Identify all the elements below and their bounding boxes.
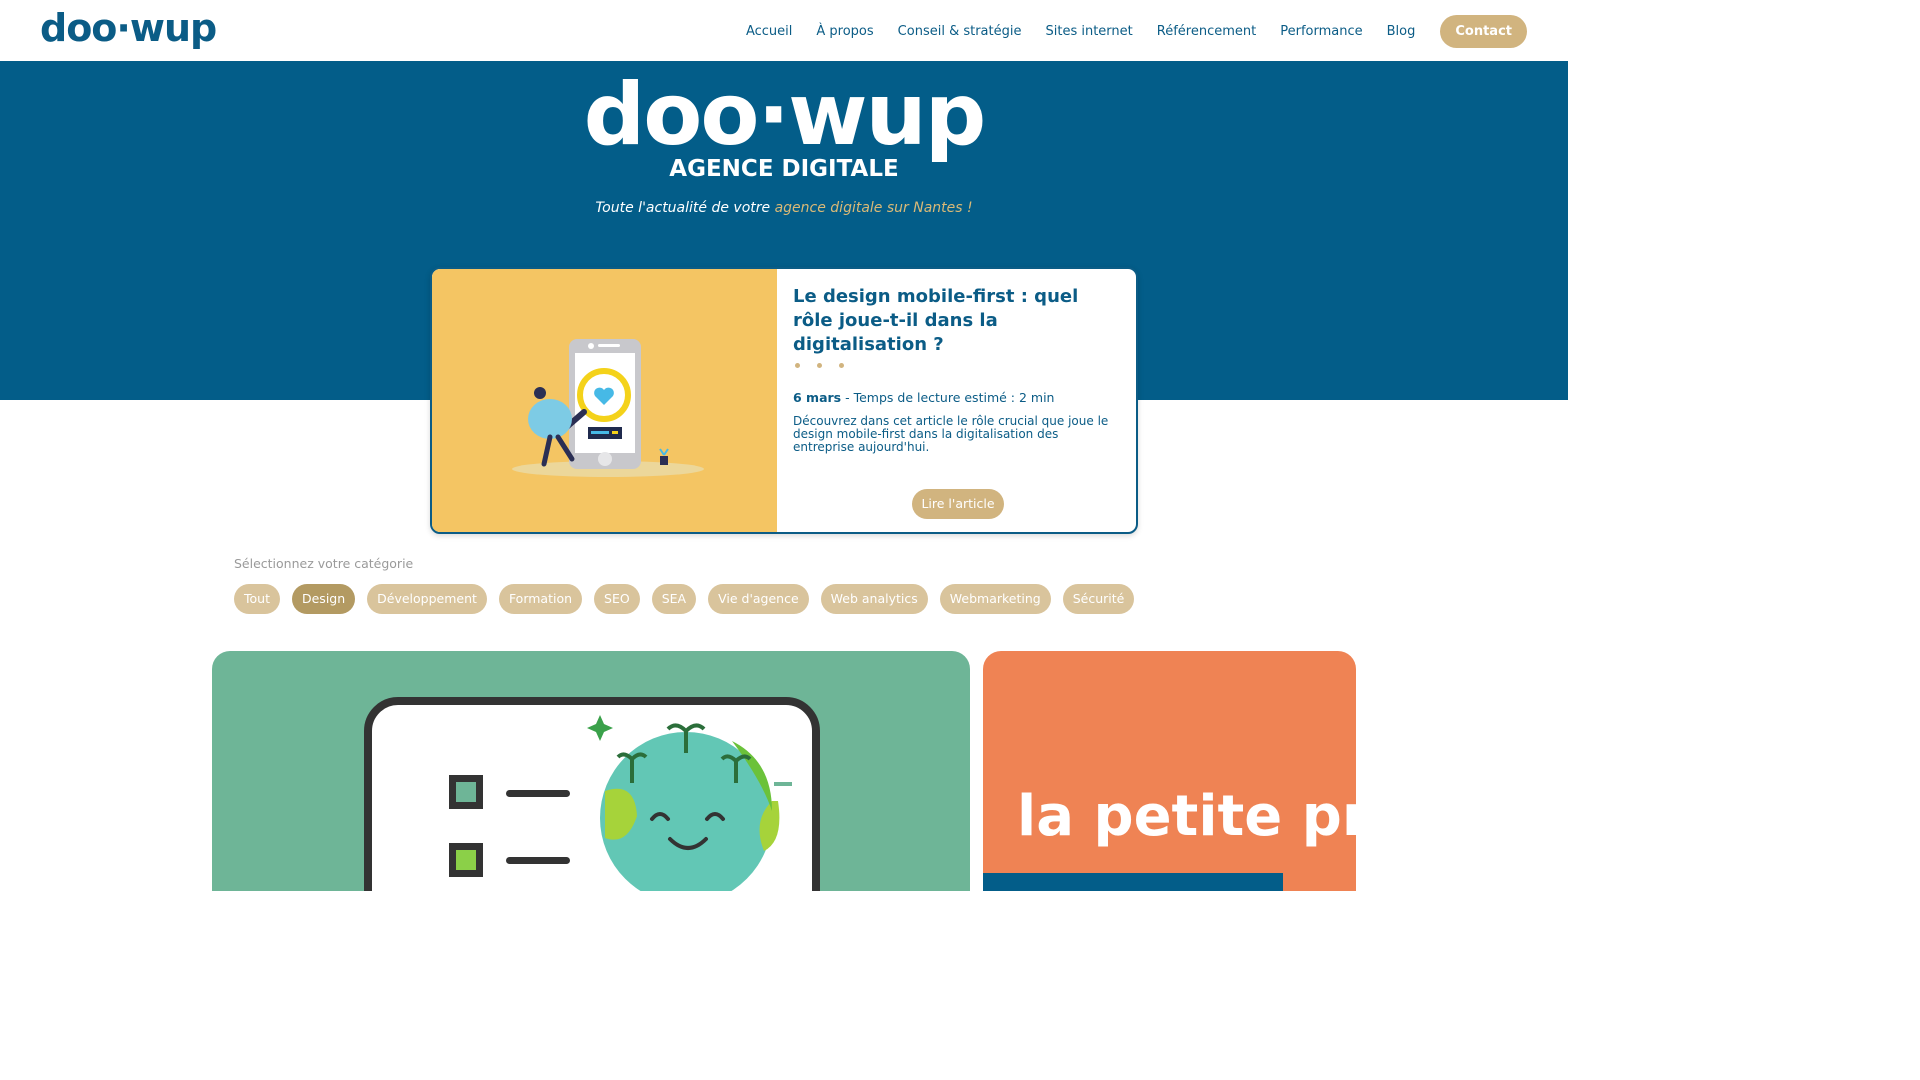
contact-button[interactable]: Contact [1440,15,1527,48]
hero-subtitle: AGENCE DIGITALE [669,156,899,182]
article-meta: 6 mars - Temps de lecture estimé : 2 min [793,390,1123,405]
nav-a-propos[interactable]: À propos [816,15,873,48]
featured-article-card: Le design mobile-first : quel rôle joue-… [430,267,1138,534]
reading-time: - Temps de lecture estimé : 2 min [841,390,1055,405]
article-card-orange[interactable]: la petite production [983,651,1356,891]
nav-sites-internet[interactable]: Sites internet [1045,15,1132,48]
hero-tagline: Toute l'actualité de votre agence digita… [0,200,1568,216]
category-vie-agence[interactable]: Vie d'agence [708,584,809,614]
header-logo[interactable]: doo·wup [40,6,217,50]
category-webmarketing[interactable]: Webmarketing [939,584,1051,614]
mobile-design-illustration [512,339,704,477]
category-label: Sélectionnez votre catégorie [234,556,414,571]
dot [817,363,822,368]
category-design[interactable]: Design [291,584,356,614]
nav-performance[interactable]: Performance [1280,15,1362,48]
article-excerpt: Découvrez dans cet article le rôle cruci… [793,414,1109,454]
nav-accueil[interactable]: Accueil [746,15,792,48]
featured-image[interactable] [432,269,777,532]
dot [839,363,844,368]
card-orange-strip [983,873,1283,891]
main-nav: Accueil À propos Conseil & stratégie Sit… [722,15,1527,48]
nav-blog[interactable]: Blog [1387,15,1416,48]
nav-referencement[interactable]: Référencement [1157,15,1256,48]
featured-body: Le design mobile-first : quel rôle joue-… [793,285,1123,454]
tagline-accent: agence digitale sur Nantes ! [774,200,973,216]
category-formation[interactable]: Formation [498,584,583,614]
card-orange-text: la petite production [1017,784,1356,849]
hero-logo: doo·wup [583,65,987,165]
featured-title[interactable]: Le design mobile-first : quel rôle joue-… [793,285,1123,357]
nav-conseil-strategie[interactable]: Conseil & stratégie [898,15,1022,48]
dot [795,363,800,368]
tagline-prefix: Toute l'actualité de votre [595,200,775,216]
category-tout[interactable]: Tout [234,584,280,614]
site-header: doo·wup Accueil À propos Conseil & strat… [0,0,1568,61]
article-card-green[interactable] [212,651,970,891]
decorative-dots [793,363,1123,368]
checklist-earth-illustration [364,697,820,891]
category-securite[interactable]: Sécurité [1062,584,1135,614]
category-seo[interactable]: SEO [594,584,640,614]
category-developpement[interactable]: Développement [367,584,487,614]
read-article-button[interactable]: Lire l'article [912,489,1004,519]
category-sea[interactable]: SEA [651,584,697,614]
category-filters: Tout Design Développement Formation SEO … [234,584,1146,614]
category-web-analytics[interactable]: Web analytics [820,584,928,614]
article-date: 6 mars [793,390,842,405]
